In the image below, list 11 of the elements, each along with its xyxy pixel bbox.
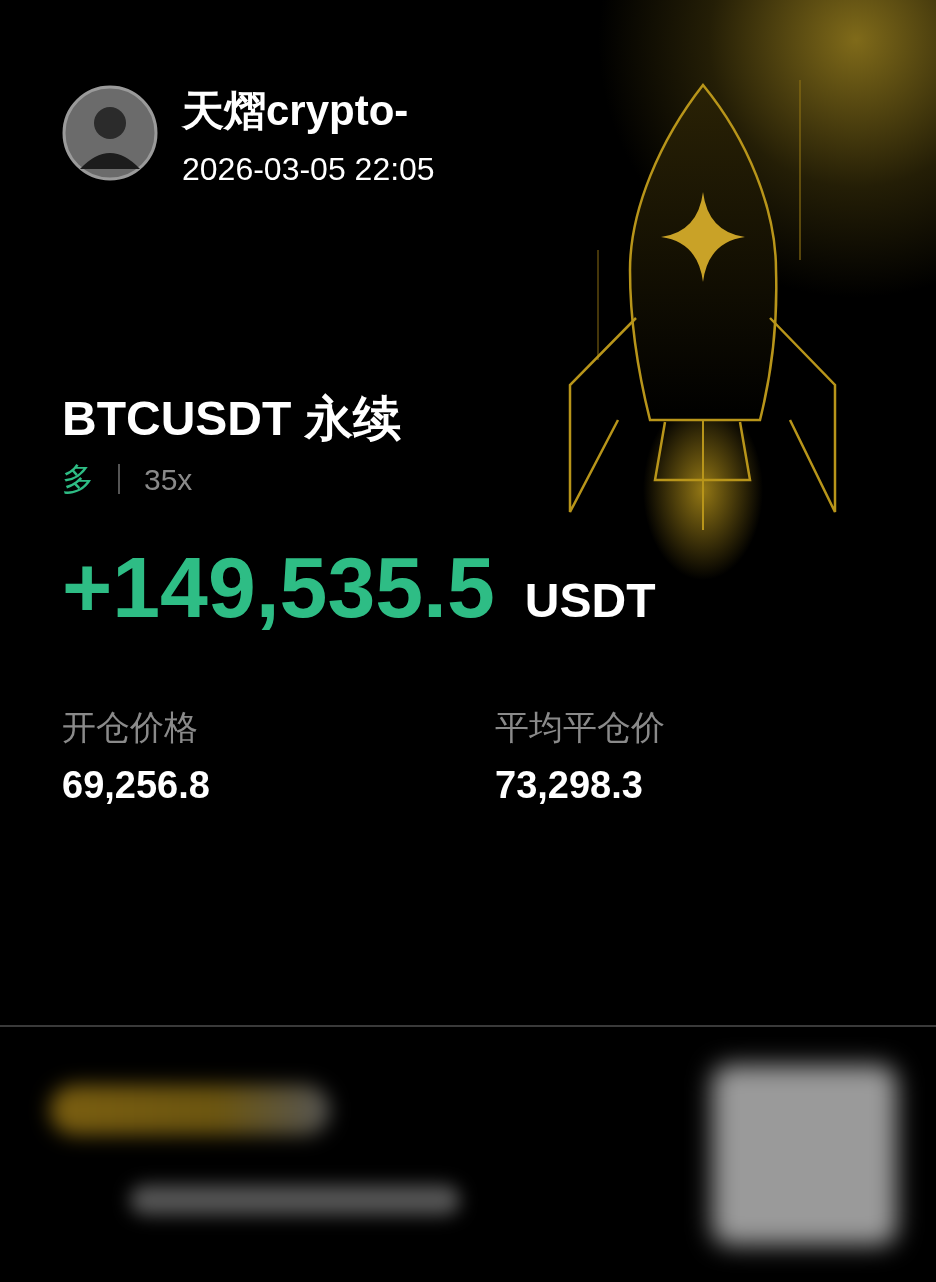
leverage-label: 35x: [144, 461, 193, 498]
user-name: 天熠crypto-: [182, 86, 410, 136]
pnl-amount: +149,535.5: [62, 538, 495, 637]
stat-label: 开仓价格: [62, 707, 198, 748]
stat-label: 平均平仓价: [495, 707, 665, 748]
symbol-title: BTCUSDT 永续: [62, 391, 401, 447]
stat-value: 69,256.8: [62, 763, 210, 808]
pnl-unit: USDT: [524, 573, 656, 629]
post-time: 2026-03-05 22:05: [182, 150, 435, 189]
stat-value: 73,298.3: [495, 763, 643, 808]
side-label: 多: [62, 460, 94, 499]
